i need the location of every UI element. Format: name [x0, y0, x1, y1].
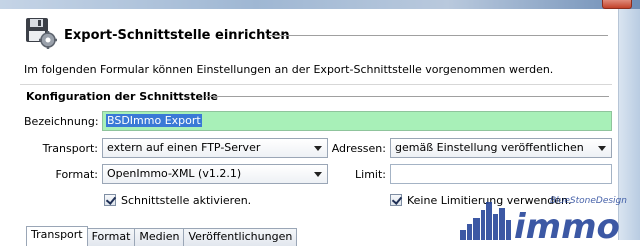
tab-format[interactable]: Format	[86, 228, 136, 246]
watermark-brand-text: BlueStoneDesign	[550, 196, 627, 206]
header-separator	[20, 84, 612, 85]
adressen-value: gemäß Einstellung veröffentlichen	[395, 141, 584, 154]
bezeichnung-label: Bezeichnung:	[24, 115, 99, 128]
bezeichnung-value: BSDImmo Export	[106, 114, 202, 127]
bezeichnung-field[interactable]: BSDImmo Export	[102, 111, 612, 131]
chevron-down-icon	[314, 172, 322, 177]
window-close-button[interactable]	[602, 0, 632, 9]
aktivieren-checkbox-label: Schnittstelle aktivieren.	[121, 194, 252, 207]
transport-label: Transport:	[42, 142, 98, 155]
window-titlebar-strip	[0, 0, 640, 9]
aktivieren-checkbox[interactable]	[104, 194, 116, 206]
format-select[interactable]: OpenImmo-XML (v1.2.1)	[102, 164, 328, 184]
tab-medien[interactable]: Medien	[134, 228, 185, 246]
section-title: Konfiguration der Schnittstelle	[26, 90, 218, 103]
page-title: Export-Schnittstelle einrichten	[64, 28, 290, 43]
tab-veroeffentlichungen[interactable]: Veröffentlichungen	[183, 228, 298, 246]
transport-value: extern auf einen FTP-Server	[107, 141, 261, 154]
intro-text: Im folgenden Formular können Einstellung…	[24, 63, 554, 76]
limit-field[interactable]	[390, 164, 612, 184]
format-label: Format:	[55, 168, 98, 181]
svg-text:immo: immo	[514, 207, 620, 240]
format-value: OpenImmo-XML (v1.2.1)	[107, 167, 242, 180]
limit-label: Limit:	[355, 168, 386, 181]
tab-transport[interactable]: Transport	[26, 226, 88, 246]
chevron-down-icon	[314, 146, 322, 151]
adressen-select[interactable]: gemäß Einstellung veröffentlichen	[390, 138, 612, 158]
limitierung-checkbox[interactable]	[390, 194, 402, 206]
section-divider	[205, 96, 609, 97]
floppy-gear-icon	[26, 18, 57, 49]
transport-select[interactable]: extern auf einen FTP-Server	[102, 138, 328, 158]
chevron-down-icon	[598, 146, 606, 151]
adressen-label: Adressen:	[331, 142, 386, 155]
title-divider	[268, 35, 608, 36]
